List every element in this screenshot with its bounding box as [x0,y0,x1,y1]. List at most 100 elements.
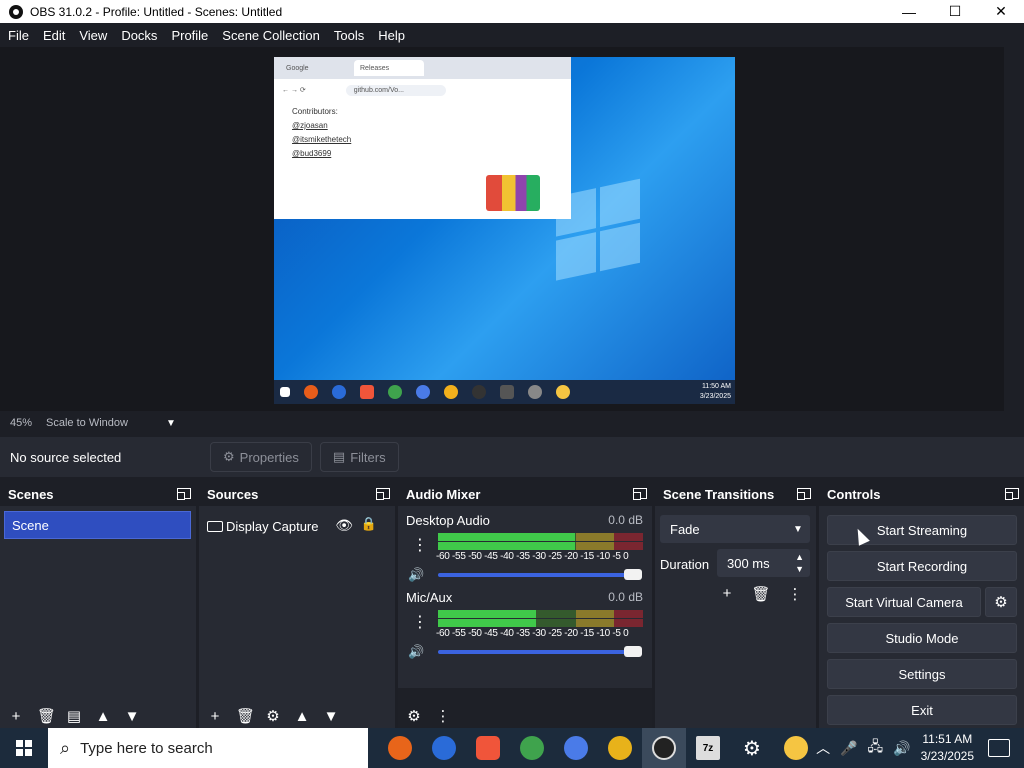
mixer-channel: Desktop Audio 0.0 dB ⋮ -60 -55 -50 -45 -… [398,511,652,587]
menu-help[interactable]: Help [378,28,405,43]
browser-nav-icons: ← → ⟳ [282,87,306,94]
transition-select[interactable]: Fade ▼ [660,515,810,543]
volume-slider[interactable] [438,573,630,577]
volume-slider[interactable] [438,650,630,654]
menu-docks[interactable]: Docks [121,28,157,43]
display-capture-preview[interactable]: Google Releases ← → ⟳ github.com/Vo... C… [274,57,735,404]
add-icon[interactable]: + [8,708,24,725]
advanced-audio-icon[interactable]: ⚙ [406,707,422,725]
add-icon[interactable]: + [717,585,737,603]
volume-slider-handle[interactable] [624,569,642,580]
taskbar-chrome-beta[interactable] [510,728,554,768]
zoom-mode[interactable]: Scale to Window [46,417,128,429]
browser-tab-releases: Releases [354,60,424,76]
transition-value: Fade [670,521,700,537]
spin-arrows-icon[interactable]: ▲ ▼ [795,551,804,575]
volume-slider-handle[interactable] [624,646,642,657]
taskbar-firefox[interactable] [378,728,422,768]
preview-scrollbar[interactable] [1004,47,1024,411]
network-icon[interactable]: 🖧 [868,736,884,760]
move-up-icon[interactable]: ▲ [95,708,111,725]
eye-icon[interactable]: 👁 [335,517,353,534]
7zip-icon [500,385,514,399]
meter-scale: -60 -55 -50 -45 -40 -35 -30 -25 -20 -15 … [436,628,629,639]
taskbar-red-app[interactable] [466,728,510,768]
app-red-icon [360,385,374,399]
add-icon[interactable]: + [207,708,223,725]
undock-icon[interactable] [376,488,390,500]
virtual-camera-settings-button[interactable]: ⚙ [985,587,1017,617]
volume-meter [438,542,643,550]
minimize-button[interactable]: — [886,0,932,23]
studio-mode-button[interactable]: Studio Mode [827,623,1017,653]
maximize-button[interactable]: ☐ [932,0,978,23]
lock-icon[interactable]: 🔒 [361,516,377,532]
move-down-icon[interactable]: ▼ [124,708,140,725]
duration-value: 300 ms [727,555,770,571]
gear-icon[interactable]: ⚙ [265,707,281,725]
source-toolbar: No source selected ⚙ Properties ▤ Filter… [0,437,1024,477]
chevron-up-icon[interactable]: ︿ [816,738,830,758]
chevron-down-icon[interactable]: ▼ [166,418,176,429]
more-options-icon[interactable]: ⋮ [412,612,428,632]
microphone-icon[interactable]: 🎤 [840,740,857,757]
duration-spinbox[interactable]: 300 ms ▲ ▼ [717,549,810,577]
trash-icon[interactable]: 🗑 [751,585,771,603]
undock-icon[interactable] [797,488,811,500]
undock-icon[interactable] [177,488,191,500]
taskbar-chrome[interactable] [598,728,642,768]
menu-profile[interactable]: Profile [171,28,208,43]
taskbar-search[interactable]: ⌕ Type here to search [48,728,368,768]
scene-label: Scene [12,517,49,533]
start-button[interactable] [0,728,48,768]
taskbar-settings[interactable]: ⚙ [730,728,774,768]
menu-file[interactable]: File [8,28,29,43]
speaker-icon[interactable]: 🔊 [408,567,424,583]
scene-list-item[interactable]: Scene [4,511,191,539]
volume-icon[interactable]: 🔊 [893,740,910,757]
source-list-item[interactable]: Display Capture 👁 🔒 [207,513,387,539]
more-options-icon[interactable]: ⋮ [785,585,805,603]
undock-icon[interactable] [1005,488,1019,500]
menu-view[interactable]: View [79,28,107,43]
move-down-icon[interactable]: ▼ [323,708,339,725]
taskbar-obs[interactable] [642,728,686,768]
trash-icon[interactable]: 🗑 [236,707,255,725]
trash-icon[interactable]: 🗑 [37,707,56,725]
start-virtual-camera-button[interactable]: Start Virtual Camera [827,587,981,617]
settings-button[interactable]: Settings [827,659,1017,689]
exit-button[interactable]: Exit [827,695,1017,725]
browser-text-line: @itsmikethetech [292,135,352,144]
menu-edit[interactable]: Edit [43,28,65,43]
windows-taskbar: ⌕ Type here to search 7z ⚙ ︿ 🎤 🖧 🔊 11:51… [0,728,1024,768]
search-placeholder: Type here to search [80,739,213,757]
menu-scene-collection[interactable]: Scene Collection [222,28,320,43]
filter-icon[interactable]: ▤ [66,707,82,725]
taskbar-7zip[interactable]: 7z [686,728,730,768]
minimize-icon: — [902,3,916,20]
firefox-dev-icon [416,385,430,399]
firefox-icon [388,736,412,760]
audio-mixer-dock: Audio Mixer Desktop Audio 0.0 dB ⋮ -60 -… [398,482,652,728]
properties-button[interactable]: ⚙ Properties [210,442,312,472]
taskbar-firefox-dev[interactable] [554,728,598,768]
mixer-channel: Mic/Aux 0.0 dB ⋮ -60 -55 -50 -45 -40 -35… [398,588,652,664]
speaker-icon[interactable]: 🔊 [408,644,424,660]
volume-meter [438,619,643,627]
controls-title: Controls [827,486,881,502]
more-options-icon[interactable]: ⋮ [412,535,428,555]
start-recording-button[interactable]: Start Recording [827,551,1017,581]
taskbar-chromium[interactable] [422,728,466,768]
more-options-icon[interactable]: ⋮ [435,707,451,725]
undock-icon[interactable] [633,488,647,500]
close-button[interactable]: ✕ [978,0,1024,23]
taskbar-clock[interactable]: 11:51 AM 3/23/2025 [921,731,974,765]
app-yellow-icon [784,736,808,760]
monitor-icon [207,520,223,532]
taskbar-yellow-app[interactable] [774,728,818,768]
notification-icon[interactable] [988,739,1010,757]
filters-button[interactable]: ▤ Filters [319,442,399,472]
menu-tools[interactable]: Tools [334,28,364,43]
browser-url: github.com/Vo... [345,84,446,96]
move-up-icon[interactable]: ▲ [294,708,310,725]
